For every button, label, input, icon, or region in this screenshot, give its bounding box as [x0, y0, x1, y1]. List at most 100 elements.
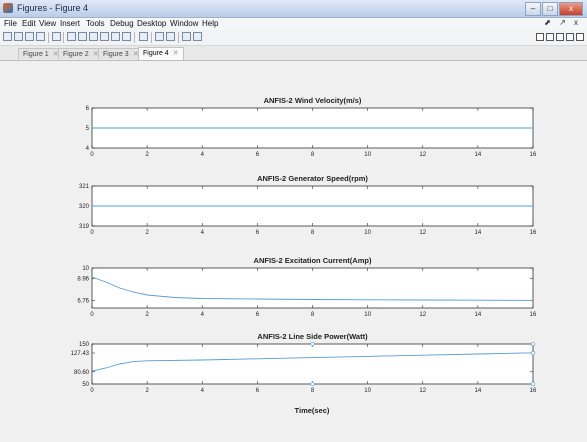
maximize-button[interactable]: □	[542, 2, 558, 16]
x-tick-label: 8	[311, 312, 315, 318]
close-tab-icon[interactable]: ✕	[173, 50, 179, 57]
toolbar-separator	[63, 32, 64, 43]
subplots-svg: Time(sec) ANFIS-2 Wind Velocity(m/s) 0 2 4 6…	[71, 96, 537, 415]
open-icon[interactable]	[14, 32, 23, 41]
y-tick-label: 150	[79, 342, 90, 348]
tab-figure-2[interactable]: Figure 2 ✕	[58, 48, 104, 59]
zoom-out-icon[interactable]	[78, 32, 87, 41]
x-tick-label: 2	[145, 388, 149, 394]
x-tick-label: 10	[364, 152, 371, 158]
tab-figure-1[interactable]: Figure 1 ✕	[18, 48, 64, 59]
rotate-icon[interactable]	[100, 32, 109, 41]
new-figure-icon[interactable]	[3, 32, 12, 41]
y-tick-label: 6	[86, 106, 90, 112]
colorbar-icon[interactable]	[155, 32, 164, 41]
x-tick-label: 2	[145, 230, 149, 236]
x-tick-label: 0	[90, 152, 94, 158]
x-tick-label: 12	[419, 388, 426, 394]
x-tick-label: 10	[364, 312, 371, 318]
data-marker	[530, 341, 536, 347]
y-tick-label: 10	[82, 266, 89, 272]
x-tick-label: 16	[530, 152, 537, 158]
menu-edit[interactable]: Edit	[22, 19, 36, 28]
x-tick-label: 4	[201, 388, 205, 394]
show-tools-icon[interactable]	[193, 32, 202, 41]
x-tick-label: 6	[256, 312, 260, 318]
toolbar-separator	[151, 32, 152, 43]
tab-figure-4[interactable]: Figure 4 ✕	[138, 47, 184, 60]
tab-label: Figure 1	[23, 51, 49, 58]
data-marker	[530, 350, 536, 356]
chart-title: ANFIS-2 Wind Velocity(m/s)	[264, 96, 362, 105]
x-tick-label: 0	[90, 230, 94, 236]
menu-insert[interactable]: Insert	[60, 19, 80, 28]
x-tick-label: 4	[201, 312, 205, 318]
figure-canvas[interactable]: Time(sec) ANFIS-2 Wind Velocity(m/s) 0 2 4 6…	[0, 61, 587, 437]
figure-toolbar	[0, 30, 587, 46]
pan-icon[interactable]	[89, 32, 98, 41]
data-marker	[310, 381, 315, 387]
x-tick-label: 10	[364, 388, 371, 394]
menu-debug[interactable]: Debug	[110, 19, 134, 28]
x-tick-label: 16	[530, 230, 537, 236]
chart-title: ANFIS-2 Excitation Current(Amp)	[254, 256, 372, 265]
dock-icon[interactable]	[576, 33, 584, 41]
tab-label: Figure 4	[143, 50, 169, 57]
float-icon[interactable]	[566, 33, 574, 41]
x-tick-label: 4	[201, 152, 205, 158]
menu-view[interactable]: View	[39, 19, 56, 28]
tab-label: Figure 3	[103, 51, 129, 58]
y-tick-label: 4	[86, 146, 90, 152]
x-tick-label: 6	[256, 230, 260, 236]
y-tick-label: 6.76	[77, 298, 89, 304]
figure-window-icon	[3, 3, 13, 13]
y-tick-label: 321	[79, 184, 90, 190]
menu-file[interactable]: File	[4, 19, 17, 28]
toolbar-separator	[134, 32, 135, 43]
data-cursor-icon[interactable]	[111, 32, 120, 41]
x-tick-label: 8	[311, 388, 315, 394]
x-tick-label: 0	[90, 312, 94, 318]
menu-tools[interactable]: Tools	[86, 19, 105, 28]
toolbar-separator	[178, 32, 179, 43]
x-tick-label: 2	[145, 152, 149, 158]
menu-window[interactable]: Window	[170, 19, 198, 28]
toolbar-separator	[48, 32, 49, 43]
x-axis-label: Time(sec)	[295, 406, 330, 415]
x-tick-label: 16	[530, 388, 537, 394]
minimize-button[interactable]: –	[525, 2, 541, 16]
x-tick-label: 4	[201, 230, 205, 236]
figure-tab-strip: Figure 1 ✕ Figure 2 ✕ Figure 3 ✕ Figure 4 ✕	[0, 46, 587, 61]
left-right-icon[interactable]	[546, 33, 554, 41]
x-tick-label: 14	[475, 230, 482, 236]
x-tick-label: 6	[256, 388, 260, 394]
top-bottom-icon[interactable]	[556, 33, 564, 41]
legend-icon[interactable]	[166, 32, 175, 41]
link-icon[interactable]	[139, 32, 148, 41]
window-title-bar[interactable]: Figures - Figure 4 – □ x	[0, 0, 587, 18]
x-tick-label: 12	[419, 312, 426, 318]
plot-area	[91, 343, 534, 385]
y-tick-label: 8.96	[77, 276, 89, 282]
zoom-in-icon[interactable]	[67, 32, 76, 41]
close-button[interactable]: x	[559, 2, 583, 16]
select-icon[interactable]	[52, 32, 61, 41]
x-tick-label: 0	[90, 388, 94, 394]
chart-title: ANFIS-2 Generator Speed(rpm)	[257, 174, 368, 183]
dock-controls[interactable]: ⬈ ↗ x	[544, 18, 581, 27]
hide-tools-icon[interactable]	[182, 32, 191, 41]
brush-icon[interactable]	[122, 32, 131, 41]
save-icon[interactable]	[25, 32, 34, 41]
data-marker	[530, 381, 536, 387]
y-tick-label: 320	[79, 204, 90, 210]
data-marker	[310, 341, 315, 347]
x-tick-label: 16	[530, 312, 537, 318]
menu-desktop[interactable]: Desktop	[137, 19, 166, 28]
y-tick-label: 127.43	[71, 351, 90, 357]
tab-figure-3[interactable]: Figure 3 ✕	[98, 48, 144, 59]
menu-help[interactable]: Help	[202, 19, 218, 28]
tile-icon[interactable]	[536, 33, 544, 41]
chart-title: ANFIS-2 Line Side Power(Watt)	[257, 332, 368, 341]
print-icon[interactable]	[36, 32, 45, 41]
x-tick-label: 8	[311, 152, 315, 158]
